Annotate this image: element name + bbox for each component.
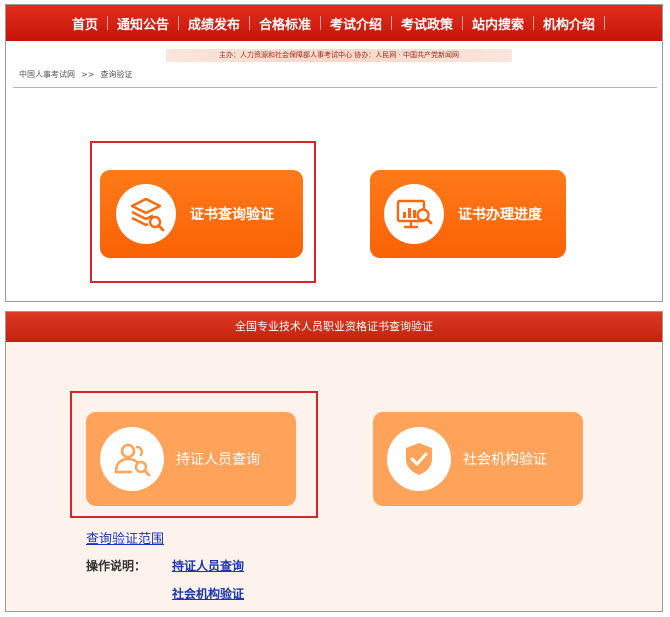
highlight-box-cert-verify (90, 141, 316, 283)
breadcrumb-separator: >> (81, 70, 95, 79)
breadcrumb-home[interactable]: 中国人事考试网 (19, 70, 75, 79)
query-verify-panel: 全国专业技术人员职业资格证书查询验证 持证人员查询 社会机构验证 查询验证范围 … (5, 311, 663, 612)
nav-scores[interactable]: 成绩发布 (179, 14, 249, 33)
cert-progress-label: 证书办理进度 (458, 207, 542, 223)
nav-divider (604, 16, 606, 30)
query-page-top-panel: 首页 通知公告 成绩发布 合格标准 考试介绍 考试政策 站内搜索 机构介绍 主办… (5, 4, 663, 302)
shield-check-icon (406, 443, 432, 475)
cert-progress-button[interactable]: 证书办理进度 (370, 170, 566, 258)
nav-home[interactable]: 首页 (63, 14, 107, 33)
breadcrumb: 中国人事考试网 >> 查询验证 (19, 69, 132, 80)
org-verify-button[interactable]: 社会机构验证 (373, 412, 583, 506)
breadcrumb-current: 查询验证 (100, 70, 133, 79)
nav-notices[interactable]: 通知公告 (108, 14, 178, 33)
instructions-holder-query-link[interactable]: 持证人员查询 (172, 557, 244, 574)
instructions-label: 操作说明： (86, 559, 147, 573)
nav-passing-standard[interactable]: 合格标准 (250, 14, 320, 33)
top-nav: 首页 通知公告 成绩发布 合格标准 考试介绍 考试政策 站内搜索 机构介绍 (6, 5, 662, 41)
monitor-chart-search-icon (396, 199, 433, 229)
nav-site-search[interactable]: 站内搜索 (463, 14, 533, 33)
cert-progress-icon-circle (384, 184, 444, 244)
nav-exam-intro[interactable]: 考试介绍 (321, 14, 391, 33)
nav-exam-policy[interactable]: 考试政策 (392, 14, 462, 33)
sponsor-banner: 主办：人力资源和社会保障部人事考试中心 协办：人民网 · 中国共产党新闻网 (166, 49, 512, 62)
org-verify-label: 社会机构验证 (463, 452, 547, 468)
org-verify-icon-circle (387, 427, 451, 491)
breadcrumb-divider (13, 87, 657, 88)
instructions-org-verify-link[interactable]: 社会机构验证 (172, 585, 244, 602)
highlight-box-holder-query (70, 391, 318, 518)
panel-title: 全国专业技术人员职业资格证书查询验证 (6, 312, 662, 342)
nav-org-intro[interactable]: 机构介绍 (534, 14, 604, 33)
query-scope-link[interactable]: 查询验证范围 (86, 528, 164, 547)
